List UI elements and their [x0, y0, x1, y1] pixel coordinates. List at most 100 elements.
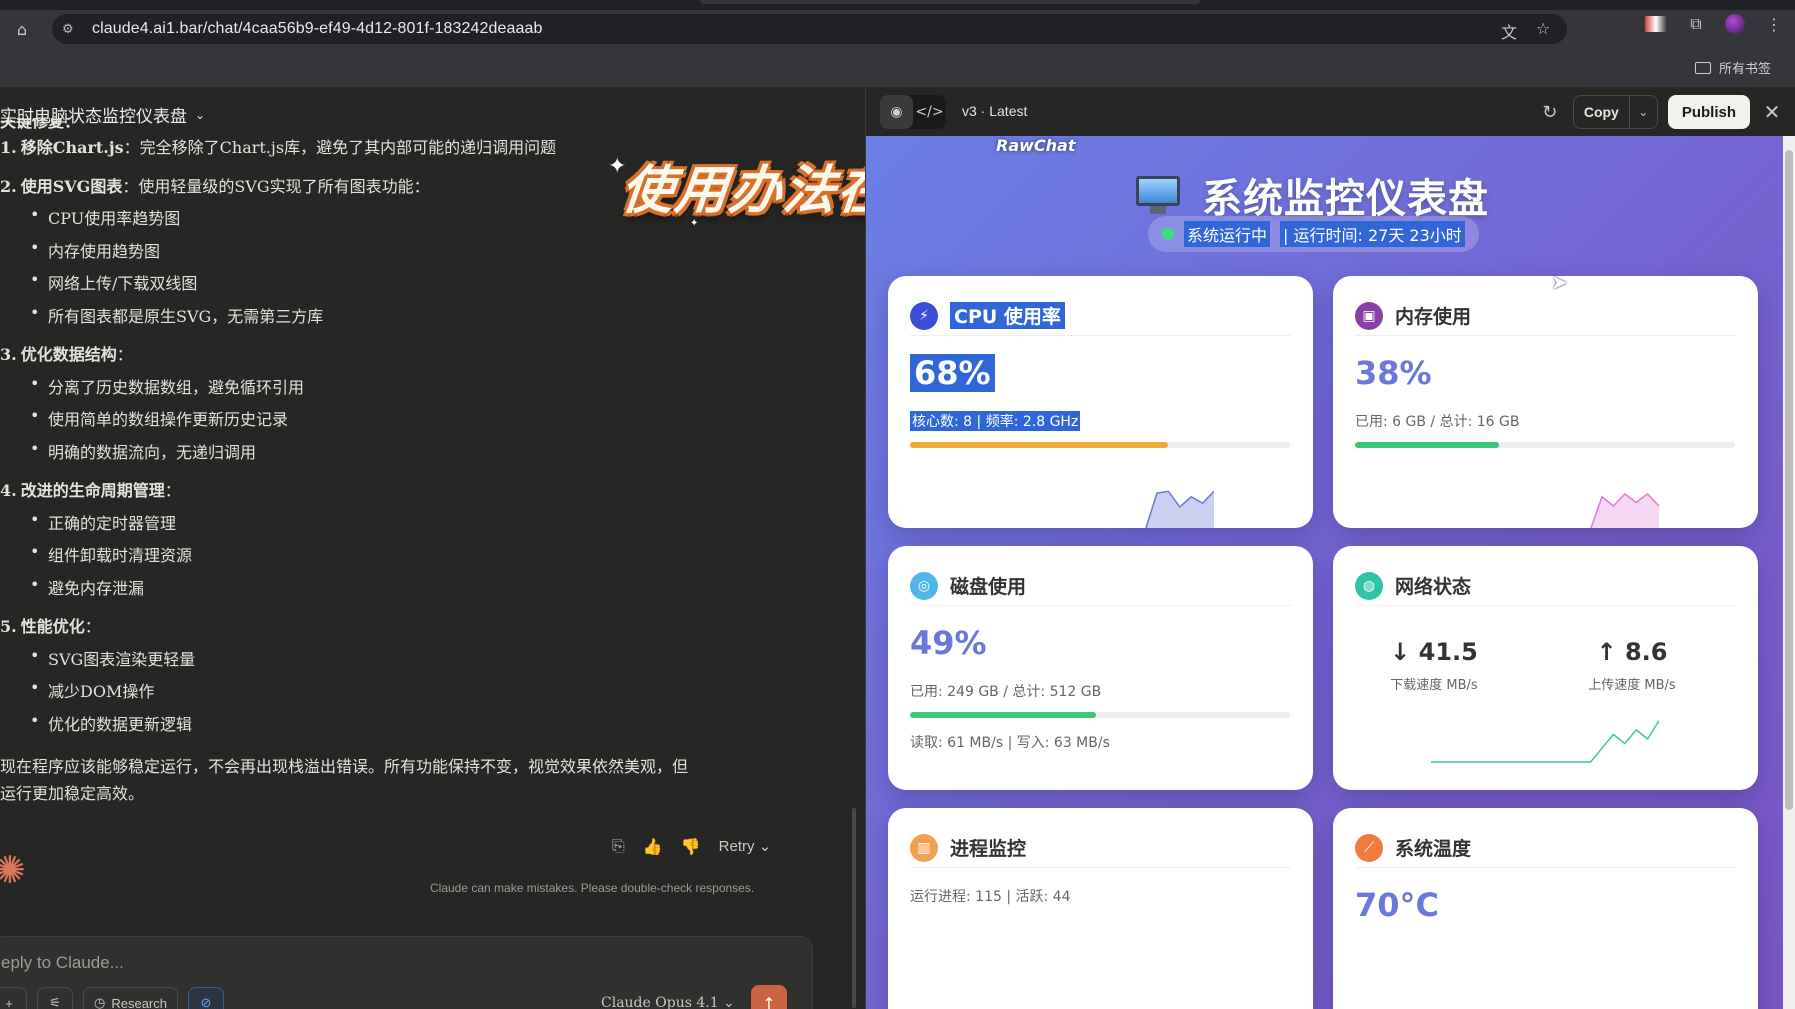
status-dot — [1162, 228, 1174, 240]
memory-trend-chart — [1590, 493, 1659, 528]
refresh-icon[interactable]: ↻ — [1537, 102, 1563, 123]
bar-chart-icon: ▥ — [910, 833, 938, 862]
site-info-icon[interactable]: ⚙ — [62, 22, 82, 37]
research-label: Research — [111, 995, 167, 1009]
section-text: ： — [164, 481, 181, 500]
memory-chip-icon: ▣ — [1355, 301, 1383, 330]
list-item: 分离了历史数据数组，避免循环引用 — [30, 374, 304, 398]
list-item: 正确的定时器管理 — [30, 510, 176, 534]
send-button[interactable]: ↑ — [751, 985, 787, 1009]
dashboard-preview: 系统监控仪表盘 系统运行中 | 运行时间: 27天 23小时 ⚡ CPU 使用率… — [866, 136, 1784, 1009]
folder-icon — [1694, 61, 1711, 74]
dashboard-scrollbar[interactable] — [1783, 136, 1795, 1009]
extensions-puzzle-icon[interactable]: ⧉ — [1685, 14, 1707, 34]
cpu-progress-fill — [910, 442, 1169, 448]
extension-icon[interactable] — [1645, 16, 1667, 32]
list-item: 优化的数据更新逻辑 — [30, 711, 192, 735]
network-card-title: 网络状态 — [1395, 576, 1472, 598]
translate-icon[interactable]: 文 — [1499, 19, 1519, 43]
all-bookmarks-button[interactable]: 所有书签 — [1694, 58, 1771, 77]
sparkle-icon: ✦ — [608, 154, 627, 179]
section-head: 使用SVG图表 — [20, 176, 123, 196]
disk-value: 49% — [910, 624, 987, 662]
thermometer-icon: ⟋ — [1355, 833, 1383, 862]
section-text: ：完全移除了Chart.js库，避免了其内部可能的递归调用问题 — [123, 138, 557, 157]
reply-placeholder[interactable]: eply to Claude... — [1, 953, 124, 973]
chart-line — [1431, 720, 1659, 763]
browser-toolbar: ⌂ ⚙ claude4.ai1.bar/chat/4caa56b9-ef49-4… — [0, 10, 1795, 48]
web-search-button[interactable]: ⊘ — [187, 987, 224, 1009]
process-card-title: 进程监控 — [950, 838, 1027, 860]
profile-avatar[interactable] — [1725, 14, 1745, 34]
close-icon[interactable]: ✕ — [1760, 100, 1784, 124]
address-bar[interactable]: ⚙ claude4.ai1.bar/chat/4caa56b9-ef49-4d1… — [52, 14, 1567, 44]
section-head: 性能优化 — [20, 617, 85, 636]
list-item: 网络上传/下载双线图 — [30, 270, 197, 294]
list-item: 内存使用趋势图 — [30, 238, 160, 262]
thumbs-down-icon[interactable]: 👎 — [681, 837, 701, 856]
eye-icon[interactable]: ◉ — [880, 95, 913, 129]
artifact-toolbar: ◉ </> v3 · Latest ↻ Copy ⌄ Publish ✕ — [866, 88, 1795, 136]
preview-code-toggle[interactable]: ◉ </> — [880, 95, 946, 129]
disk-progress-bar — [910, 712, 1290, 718]
section-number: 1. — [0, 138, 17, 157]
cpu-bolt-icon: ⚡ — [910, 301, 938, 330]
artifact-pane: ◉ </> v3 · Latest ↻ Copy ⌄ Publish ✕ 系统监… — [865, 88, 1795, 1009]
summary-text: 现在程序应该能够稳定运行，不会再出现栈溢出错误。所有功能保持不变，视觉效果依然美… — [0, 757, 689, 776]
copy-button[interactable]: Copy ⌄ — [1572, 95, 1658, 129]
cpu-detail: 核心数: 8 | 频率: 2.8 GHz — [910, 411, 1081, 431]
code-icon[interactable]: </> — [913, 95, 946, 129]
section-number: 3. — [0, 345, 17, 364]
list-item: 明确的数据流向，无递归调用 — [30, 439, 256, 463]
add-attachment-button[interactable]: + — [0, 987, 27, 1009]
chat-scrollbar[interactable] — [852, 808, 856, 1008]
summary-text: 运行更加稳定高效。 — [0, 784, 145, 803]
all-bookmarks-label: 所有书签 — [1718, 62, 1771, 77]
active-tab[interactable] — [700, 0, 1200, 4]
url-text[interactable]: claude4.ai1.bar/chat/4caa56b9-ef49-4d12-… — [92, 20, 543, 38]
section-text: ： — [84, 617, 101, 636]
list-item: CPU使用率趋势图 — [30, 205, 180, 229]
list-item: SVG图表渲染更轻量 — [30, 646, 195, 670]
section-number: 2. — [0, 176, 17, 196]
home-icon[interactable]: ⌂ — [8, 15, 36, 43]
chevron-down-icon[interactable]: ⌄ — [1628, 96, 1657, 128]
copy-icon[interactable]: ⎘ — [612, 836, 625, 856]
research-icon: ◷ — [94, 995, 106, 1009]
model-selector[interactable]: Claude Opus 4.1 ⌄ — [601, 995, 735, 1009]
process-card: ▥ 进程监控 运行进程: 115 | 活跃: 44 — [888, 808, 1313, 1009]
tools-settings-button[interactable]: ⚟ — [37, 987, 73, 1009]
scrollbar-thumb[interactable] — [1785, 150, 1793, 810]
claude-logo-icon: ✺ — [0, 848, 26, 892]
bookmarks-bar: 所有书签 — [0, 48, 1795, 88]
bookmark-star-icon[interactable]: ☆ — [1533, 19, 1553, 43]
thumbs-up-icon[interactable]: 👍 — [643, 837, 663, 856]
list-item: 减少DOM操作 — [30, 678, 154, 702]
disk-icon: ◎ — [910, 571, 938, 600]
cpu-progress-bar — [910, 442, 1290, 448]
status-text: 系统运行中 — [1184, 221, 1271, 247]
disk-io: 读取: 61 MB/s | 写入: 63 MB/s — [910, 735, 1110, 751]
version-label[interactable]: v3 · Latest — [962, 103, 1027, 119]
section-heading: 5. 性能优化： — [0, 613, 101, 637]
copy-label[interactable]: Copy — [1574, 96, 1629, 128]
mouse-cursor-icon: ➤ — [1551, 270, 1568, 294]
reply-input[interactable]: eply to Claude... + ⚟ ◷ Research ⊘ Claude… — [0, 936, 813, 1009]
publish-button[interactable]: Publish — [1667, 95, 1750, 129]
disk-card-title: 磁盘使用 — [950, 576, 1027, 598]
research-button[interactable]: ◷ Research — [83, 987, 178, 1009]
menu-dots-icon[interactable]: ⋮ — [1763, 15, 1785, 34]
retry-button[interactable]: Retry ⌄ — [719, 837, 772, 855]
section-text: ： — [116, 345, 133, 364]
disk-detail: 已用: 249 GB / 总计: 512 GB — [910, 684, 1102, 700]
section-head: 改进的生命周期管理 — [20, 481, 165, 500]
upload-value: ↑ 8.6 — [1596, 638, 1668, 666]
disk-progress-fill — [910, 712, 1097, 718]
chart-area — [1590, 494, 1659, 528]
memory-card-title: 内存使用 — [1395, 306, 1472, 328]
section-heading: 3. 优化数据结构： — [0, 341, 133, 365]
retry-label: Retry — [718, 838, 755, 855]
cpu-card-title: CPU 使用率 — [950, 302, 1065, 329]
uptime-text: | 运行时间: 27天 23小时 — [1280, 221, 1465, 247]
memory-progress-fill — [1355, 442, 1500, 448]
